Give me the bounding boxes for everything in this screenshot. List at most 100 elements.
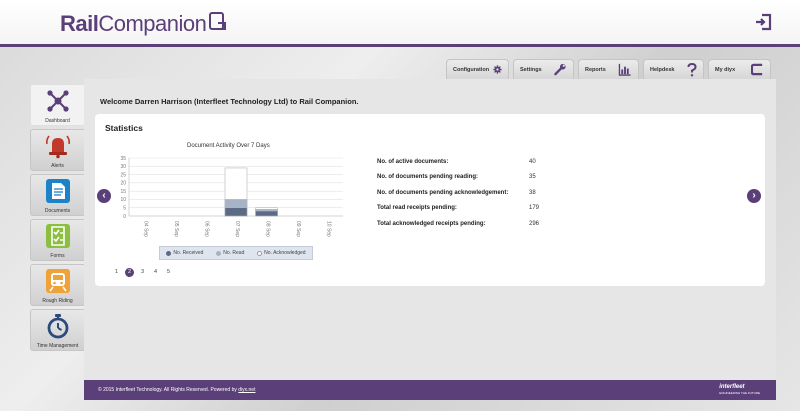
stat-value: 38 <box>529 189 536 196</box>
next-slide-button[interactable]: › <box>747 189 761 203</box>
legend-swatch <box>257 250 263 256</box>
logo-companion-text: Companion <box>98 11 207 36</box>
tab-settings[interactable]: Settings <box>513 59 574 79</box>
stat-row-pending-acknowledgement: No. of documents pending acknowledgement… <box>377 185 539 201</box>
x-tick-label: 04 Sep <box>142 221 148 237</box>
y-tick-label: 0 <box>123 214 126 220</box>
logo-rail-text: Rail <box>60 11 99 36</box>
document-icon <box>45 178 71 204</box>
stat-label: No. of active documents: <box>377 158 449 165</box>
bar-no-acknowledged <box>224 207 248 217</box>
network-icon <box>45 88 71 114</box>
bar-chart-icon <box>618 63 631 76</box>
tablet-logo-icon <box>208 11 228 37</box>
chart-pagination: 1 2 3 4 5 <box>112 268 173 277</box>
y-tick-label: 15 <box>120 189 126 195</box>
page-4-button[interactable]: 4 <box>151 268 160 277</box>
page-1-button[interactable]: 1 <box>112 268 121 277</box>
sidebar-item-time-management[interactable]: Time Management <box>30 309 84 351</box>
sidebar-item-label: Alerts <box>51 163 64 169</box>
page-3-button[interactable]: 3 <box>138 268 147 277</box>
y-tick-label: 5 <box>123 206 126 212</box>
interfleet-logo: interfleet ENGINEERING THE FUTURE <box>719 384 760 395</box>
y-tick-label: 30 <box>120 164 126 170</box>
stat-row-acknowledged-receipts: Total acknowledged receipts pending: 296 <box>377 216 539 232</box>
tab-my-diyx[interactable]: My diyx <box>708 59 771 79</box>
stat-row-pending-reading: No. of documents pending reading: 35 <box>377 170 539 186</box>
footer-copyright: © 2015 Interfleet Technology. All Rights… <box>98 387 255 393</box>
wrench-icon <box>554 63 566 76</box>
sidebar-item-rough-riding[interactable]: Rough Riding <box>30 264 84 306</box>
legend-swatch <box>216 250 222 256</box>
copyright-text: © 2015 Interfleet Technology. All Rights… <box>98 387 239 393</box>
tab-label: Settings <box>520 66 542 73</box>
x-tick-label: 08 Sep <box>265 221 271 237</box>
sidebar-item-label: Time Management <box>36 343 79 349</box>
diyx-link[interactable]: diyx.net <box>238 387 255 393</box>
sidebar-nav: Dashboard Alerts Documents Forms Rough R… <box>30 84 84 354</box>
diyx-logo-icon <box>751 63 763 76</box>
tab-label: Helpdesk <box>650 66 675 73</box>
stopwatch-icon <box>45 313 71 339</box>
legend-label: No. Acknowledged <box>264 250 306 256</box>
legend-item-acknowledged[interactable]: No. Acknowledged <box>257 250 306 256</box>
sidebar-item-label: Documents <box>44 208 71 214</box>
page-2-button[interactable]: 2 <box>125 268 134 277</box>
prev-slide-button[interactable]: ‹ <box>97 189 111 203</box>
top-nav-tabs: Configuration Settings Reports Helpdesk … <box>446 59 771 79</box>
sidebar-item-label: Rough Riding <box>42 298 73 304</box>
sidebar-item-forms[interactable]: Forms <box>30 219 84 261</box>
sidebar-item-documents[interactable]: Documents <box>30 174 84 216</box>
stat-value: 35 <box>529 174 536 181</box>
statistics-list: No. of active documents: 40 No. of docum… <box>377 154 539 232</box>
stat-label: No. of documents pending acknowledgement… <box>377 189 509 196</box>
welcome-message: Welcome Darren Harrison (Interfleet Tech… <box>100 97 359 106</box>
sidebar-item-label: Forms <box>50 253 65 259</box>
y-tick-label: 35 <box>120 156 126 162</box>
tab-label: Configuration <box>453 66 490 73</box>
tab-configuration[interactable]: Configuration <box>446 59 509 79</box>
stat-value: 40 <box>529 158 536 165</box>
tab-helpdesk[interactable]: Helpdesk <box>643 59 704 79</box>
statistics-panel: Statistics ‹ › Document Activity Over 7 … <box>95 114 765 286</box>
tab-label: Reports <box>585 66 606 73</box>
sidebar-item-alerts[interactable]: Alerts <box>30 129 84 171</box>
document-activity-chart: 0 5 10 15 20 25 30 35 04 Sep 05 Sep 06 Sep 07 Sep 08… <box>120 156 343 237</box>
stat-label: No. of documents pending reading: <box>377 174 478 181</box>
page-footer: © 2015 Interfleet Technology. All Rights… <box>84 380 776 400</box>
train-icon <box>45 268 71 294</box>
logo-tagline: ENGINEERING THE FUTURE <box>719 391 760 395</box>
y-tick-label: 10 <box>120 197 126 203</box>
tab-label: My diyx <box>715 66 736 73</box>
stat-row-read-receipts: Total read receipts pending: 179 <box>377 201 539 217</box>
sidebar-item-dashboard[interactable]: Dashboard <box>30 84 84 126</box>
chart-title: Document Activity Over 7 Days <box>187 143 270 149</box>
y-tick-label: 20 <box>120 181 126 187</box>
stat-row-active-documents: No. of active documents: 40 <box>377 154 539 170</box>
legend-item-read[interactable]: No. Read <box>216 250 244 256</box>
stat-value: 179 <box>529 205 540 212</box>
legend-item-received[interactable]: No. Received <box>166 250 203 256</box>
logout-icon[interactable] <box>754 13 772 31</box>
question-icon <box>687 62 697 76</box>
alarm-bell-icon <box>45 133 71 159</box>
x-tick-label: 07 Sep <box>234 221 240 237</box>
legend-label: No. Read <box>223 250 245 256</box>
legend-label: No. Received <box>173 250 204 256</box>
page-5-button[interactable]: 5 <box>164 268 173 277</box>
logo-text: interfleet <box>719 384 745 390</box>
x-tick-label: 10 Sep <box>326 221 332 237</box>
legend-swatch <box>166 250 172 256</box>
tab-reports[interactable]: Reports <box>578 59 639 79</box>
rail-companion-logo[interactable]: Rail Companion <box>60 11 228 37</box>
x-tick-label: 05 Sep <box>173 221 179 237</box>
bar-no-acknowledged <box>255 210 278 217</box>
chart-legend: No. Received No. Read No. Acknowledged <box>159 246 313 260</box>
sidebar-item-label: Dashboard <box>45 118 70 124</box>
checklist-icon <box>45 223 71 249</box>
stat-value: 296 <box>529 220 540 227</box>
stat-label: Total acknowledged receipts pending: <box>377 220 486 227</box>
statistics-title: Statistics <box>105 123 143 133</box>
app-header: Rail Companion <box>0 0 800 47</box>
stat-label: Total read receipts pending: <box>377 205 457 212</box>
